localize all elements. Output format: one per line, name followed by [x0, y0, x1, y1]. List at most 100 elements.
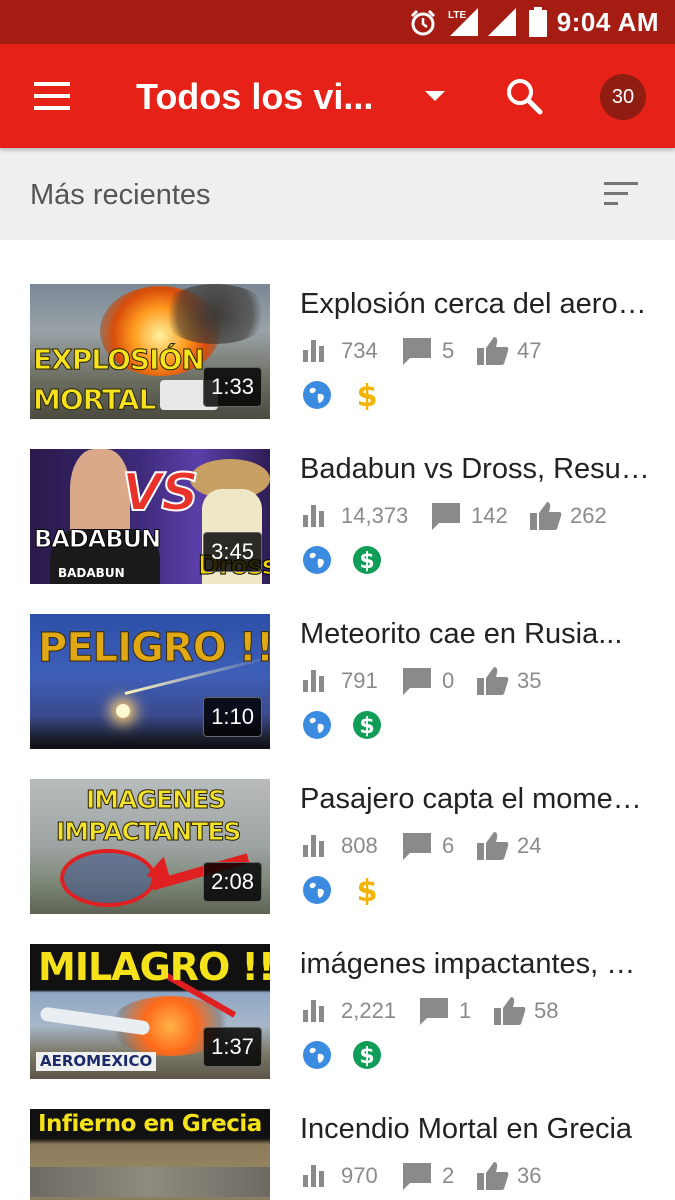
like-icon [477, 667, 509, 695]
lte-label: LTE [448, 10, 466, 21]
dollar-icon: $ [353, 546, 381, 574]
comment-count: 6 [442, 833, 455, 858]
video-thumbnail[interactable]: VS BADABUN Dross BADABUN 3:45 [30, 449, 270, 584]
alarm-icon [410, 9, 436, 36]
notification-badge[interactable]: 30 [600, 74, 646, 120]
sort-bar: Más recientes [0, 148, 675, 240]
video-duration: 1:33 [203, 367, 262, 407]
dollar-icon: $ [353, 711, 381, 739]
signal-icon [488, 8, 516, 36]
view-count: 808 [341, 833, 378, 858]
like-count: 58 [534, 998, 559, 1023]
dropdown-arrow-icon[interactable] [420, 80, 450, 110]
like-count: 35 [517, 668, 542, 693]
views-chart-icon [303, 505, 324, 527]
public-globe-icon [303, 381, 331, 409]
thumbnail-text: MILAGRO !! [38, 945, 270, 989]
svg-text:$: $ [359, 1044, 374, 1069]
video-duration: 1:37 [203, 1027, 262, 1067]
thumbnail-text: Infierno en Grecia [38, 1111, 262, 1137]
thumbnail-text: BADABUN [58, 566, 125, 580]
public-globe-icon [303, 711, 331, 739]
thumbnail-text: IMPACTANTES [55, 817, 241, 846]
menu-icon[interactable] [28, 74, 76, 118]
video-item[interactable]: PELIGRO !! 1:10 Meteorito cae en Rusia..… [0, 614, 675, 754]
view-count: 2,221 [341, 998, 397, 1023]
views-chart-icon [303, 670, 324, 692]
like-count: 36 [517, 1163, 542, 1188]
page-title[interactable]: Todos los vi... [136, 76, 373, 118]
comment-count: 142 [471, 503, 508, 528]
like-count: 47 [517, 338, 542, 363]
svg-text:$: $ [357, 380, 378, 410]
video-item[interactable]: MILAGRO !! AEROMEXICO 1:37 imágenes impa… [0, 944, 675, 1084]
svg-text:$: $ [359, 549, 374, 574]
battery-icon [529, 7, 547, 37]
video-item[interactable]: VS BADABUN Dross BADABUN 3:45 Badabun vs… [0, 449, 675, 589]
views-chart-icon [303, 1000, 324, 1022]
video-thumbnail[interactable]: IMAGENES IMPACTANTES 2:08 [30, 779, 270, 914]
comment-icon [403, 1163, 431, 1190]
video-title[interactable]: Pasajero capta el momento [300, 783, 650, 816]
video-title[interactable]: Badabun vs Dross, Resumen [300, 453, 650, 486]
video-title[interactable]: Explosión cerca del aeropuerto [300, 288, 650, 321]
video-thumbnail[interactable]: PELIGRO !! 1:10 [30, 614, 270, 749]
comment-icon [403, 833, 431, 860]
public-globe-icon [303, 546, 331, 574]
like-count: 24 [517, 833, 542, 858]
clock: 9:04 AM [556, 7, 659, 37]
video-title[interactable]: imágenes impactantes, avión [300, 948, 650, 981]
view-count: 970 [341, 1163, 378, 1188]
app-bar: Todos los vi... 30 [0, 44, 675, 148]
svg-text:$: $ [359, 714, 374, 739]
video-item[interactable]: EXPLOSIÓN MORTAL 1:33 Explosión cerca de… [0, 284, 675, 424]
dollar-icon: $ [353, 1041, 381, 1069]
views-chart-icon [303, 340, 324, 362]
video-duration: 3:45 [203, 532, 262, 572]
view-count: 734 [341, 338, 378, 363]
views-chart-icon [303, 835, 324, 857]
thumbnail-text: EXPLOSIÓN [33, 343, 206, 376]
like-count: 262 [570, 503, 607, 528]
search-icon[interactable] [502, 74, 546, 118]
thumbnail-text: BADABUN [33, 525, 161, 553]
thumbnail-text: AEROMEXICO [36, 1052, 157, 1071]
sort-icon[interactable] [600, 178, 640, 210]
sort-label[interactable]: Más recientes [30, 179, 211, 212]
video-list: EXPLOSIÓN MORTAL 1:33 Explosión cerca de… [0, 240, 675, 1200]
lte-signal-icon: LTE [448, 8, 478, 36]
video-thumbnail[interactable]: MILAGRO !! AEROMEXICO 1:37 [30, 944, 270, 1079]
video-thumbnail[interactable]: EXPLOSIÓN MORTAL 1:33 [30, 284, 270, 419]
thumbnail-text: IMAGENES [85, 785, 226, 814]
video-duration: 1:10 [203, 697, 262, 737]
like-icon [477, 1162, 509, 1190]
thumbnail-text: MORTAL [32, 383, 156, 416]
comment-icon [420, 998, 448, 1025]
video-item[interactable]: IMAGENES IMPACTANTES 2:08 Pasajero capta… [0, 779, 675, 919]
video-thumbnail[interactable]: Infierno en Grecia [30, 1109, 270, 1200]
comment-count: 0 [442, 668, 455, 693]
public-globe-icon [303, 876, 331, 904]
view-count: 14,373 [341, 503, 409, 528]
dollar-icon: $ [357, 875, 378, 905]
dollar-icon: $ [357, 380, 378, 410]
status-bar: LTE 9:04 AM [0, 0, 675, 44]
svg-text:$: $ [357, 875, 378, 905]
comment-icon [403, 338, 431, 365]
thumbnail-text: VS [121, 463, 200, 523]
like-icon [477, 337, 509, 365]
public-globe-icon [303, 1041, 331, 1069]
like-icon [477, 832, 509, 860]
comment-icon [432, 503, 460, 530]
video-title[interactable]: Incendio Mortal en Grecia [300, 1113, 650, 1146]
comment-count: 1 [459, 998, 472, 1023]
thumbnail-text: PELIGRO !! [37, 625, 270, 671]
video-item[interactable]: Infierno en Grecia Incendio Mortal en Gr… [0, 1109, 675, 1200]
comment-count: 5 [442, 338, 455, 363]
video-title[interactable]: Meteorito cae en Rusia... [300, 618, 650, 651]
like-icon [530, 502, 562, 530]
view-count: 791 [341, 668, 378, 693]
comment-count: 2 [442, 1163, 455, 1188]
comment-icon [403, 668, 431, 695]
like-icon [494, 997, 526, 1025]
